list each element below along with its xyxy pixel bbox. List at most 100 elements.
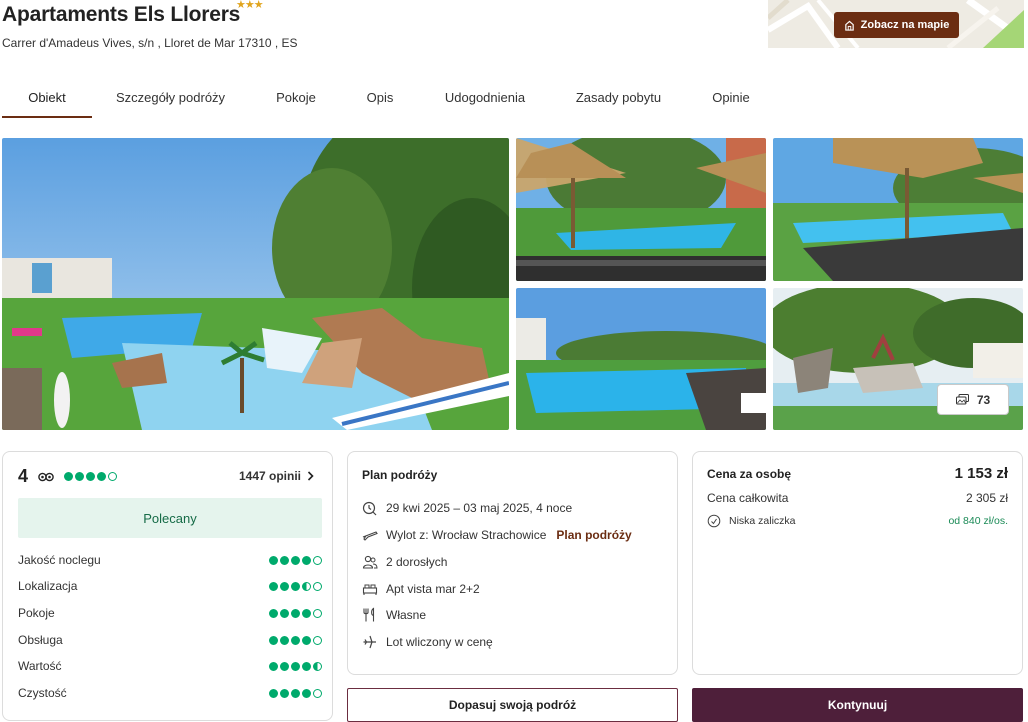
gallery-photo-2[interactable] — [773, 138, 1023, 281]
rating-bubble — [269, 688, 278, 698]
price-deposit-value: od 840 zł/os. — [948, 515, 1008, 527]
rating-bubble — [291, 608, 300, 618]
rating-bubble — [291, 635, 300, 645]
rating-score: 4 — [18, 466, 29, 486]
rating-bubble — [313, 555, 322, 565]
price-per-person-label: Cena za osobę — [707, 466, 792, 481]
rating-row-dots — [269, 555, 322, 565]
photo-count: 73 — [976, 392, 991, 407]
rating-bubble — [291, 688, 300, 698]
hotel-stars: ★★★ — [236, 0, 264, 11]
rating-row-rooms: Pokoje — [18, 606, 322, 620]
rating-row-dots — [269, 608, 322, 618]
tab-szczegoly-podrozy[interactable]: Szczegóły podróży — [108, 80, 233, 118]
rating-bubble — [313, 635, 322, 645]
deposit-icon — [707, 514, 721, 528]
rating-bubble — [108, 472, 118, 481]
rating-row-label: Pokoje — [18, 606, 55, 620]
section-tabs: Obiekt Szczegóły podróży Pokoje Opis Udo… — [0, 80, 1024, 118]
plane-departure-icon — [362, 527, 378, 543]
rating-bubble — [302, 608, 311, 618]
tab-obiekt[interactable]: Obiekt — [2, 80, 92, 118]
rating-summary: 4 — [18, 466, 118, 487]
price-card: Cena za osobę 1 153 zł Cena całkowita 2 … — [692, 451, 1023, 675]
travel-plan-title: Plan podróży — [362, 468, 438, 482]
rating-row-location: Lokalizacja — [18, 579, 322, 593]
plan-link[interactable]: Plan podróży — [556, 528, 631, 542]
tripadvisor-owl-icon — [38, 472, 54, 482]
show-map-label: Zobacz na mapie — [860, 19, 950, 31]
tab-udogodnienia[interactable]: Udogodnienia — [434, 80, 536, 118]
rating-row-service: Obsługa — [18, 633, 322, 647]
gallery-photo-1[interactable] — [516, 138, 766, 281]
calendar-clock-icon — [362, 500, 378, 516]
tab-pokoje[interactable]: Pokoje — [266, 80, 326, 118]
price-deposit: Niska zaliczka od 840 zł/os. — [707, 514, 1008, 528]
rating-bubble — [313, 688, 322, 698]
main-photo[interactable] — [2, 138, 509, 430]
rating-row-dots — [269, 581, 322, 591]
rating-bubble — [313, 661, 322, 671]
rating-bubble — [280, 608, 289, 618]
plan-room: Apt vista mar 2+2 — [362, 581, 480, 597]
reviews-link[interactable]: 1447 opinii — [239, 469, 314, 483]
rating-bubble — [280, 661, 289, 671]
rating-bubble — [269, 608, 278, 618]
house-icon — [844, 20, 854, 31]
rating-bubble — [280, 555, 289, 565]
plan-dates: 29 kwi 2025 – 03 maj 2025, 4 noce — [362, 500, 572, 516]
rating-row-dots — [269, 688, 322, 698]
plan-departure-text: Wylot z: Wrocław Strachowice — [386, 528, 547, 542]
travel-plan-card: Plan podróży 29 kwi 2025 – 03 maj 2025, … — [347, 451, 678, 675]
rating-row-dots — [269, 661, 322, 671]
rating-bubble — [302, 581, 311, 591]
continue-button[interactable]: Kontynuuj — [692, 688, 1023, 722]
rating-row-label: Jakość noclegu — [18, 553, 101, 567]
plan-board: Własne — [362, 607, 426, 623]
bed-icon — [362, 581, 378, 597]
rating-row-value: Wartość — [18, 659, 322, 673]
price-deposit-label: Niska zaliczka — [729, 515, 796, 527]
plan-board-text: Własne — [386, 608, 427, 622]
plane-icon — [362, 634, 378, 650]
rating-bubble — [269, 555, 278, 565]
rating-bubble — [269, 661, 278, 671]
recommended-badge: Polecany — [18, 498, 322, 538]
hotel-name: Apartaments Els Llorers — [2, 3, 241, 26]
price-per-person: Cena za osobę 1 153 zł — [707, 465, 1008, 482]
rating-row-label: Obsługa — [18, 633, 63, 647]
rating-row-quality: Jakość noclegu — [18, 553, 322, 567]
rating-bubble — [302, 661, 311, 671]
rating-bubble — [313, 581, 322, 591]
rating-bubble — [302, 555, 311, 565]
rating-row-label: Czystość — [18, 686, 67, 700]
rating-bubble — [86, 472, 96, 481]
price-total: Cena całkowita 2 305 zł — [707, 491, 1008, 505]
rating-bubble — [280, 688, 289, 698]
rating-bubble — [313, 608, 322, 618]
photo-count-button[interactable]: 73 — [937, 384, 1009, 415]
plan-dates-text: 29 kwi 2025 – 03 maj 2025, 4 noce — [386, 501, 573, 515]
chevron-right-icon — [307, 471, 314, 481]
rating-bubble — [97, 472, 107, 481]
rating-bubble — [291, 555, 300, 565]
rating-bubble — [291, 581, 300, 591]
tab-zasady-pobytu[interactable]: Zasady pobytu — [565, 80, 672, 118]
plan-room-text: Apt vista mar 2+2 — [386, 582, 480, 596]
gallery-photo-3[interactable] — [516, 288, 766, 430]
people-icon — [362, 554, 378, 570]
customize-trip-button[interactable]: Dopasuj swoją podróż — [347, 688, 678, 722]
tab-opinie[interactable]: Opinie — [700, 80, 762, 118]
rating-bubble — [302, 635, 311, 645]
show-map-button[interactable]: Zobacz na mapie — [834, 12, 959, 38]
plan-flight-text: Lot wliczony w cenę — [386, 635, 493, 649]
rating-bubble — [302, 688, 311, 698]
plan-travelers: 2 dorosłych — [362, 554, 447, 570]
reviews-count: 1447 opinii — [238, 469, 301, 483]
overall-rating-dots — [64, 472, 118, 481]
rating-row-label: Lokalizacja — [18, 579, 78, 593]
rating-bubble — [291, 661, 300, 671]
tab-opis[interactable]: Opis — [355, 80, 405, 118]
rating-row-cleanliness: Czystość — [18, 686, 322, 700]
rating-bubble — [75, 472, 85, 481]
